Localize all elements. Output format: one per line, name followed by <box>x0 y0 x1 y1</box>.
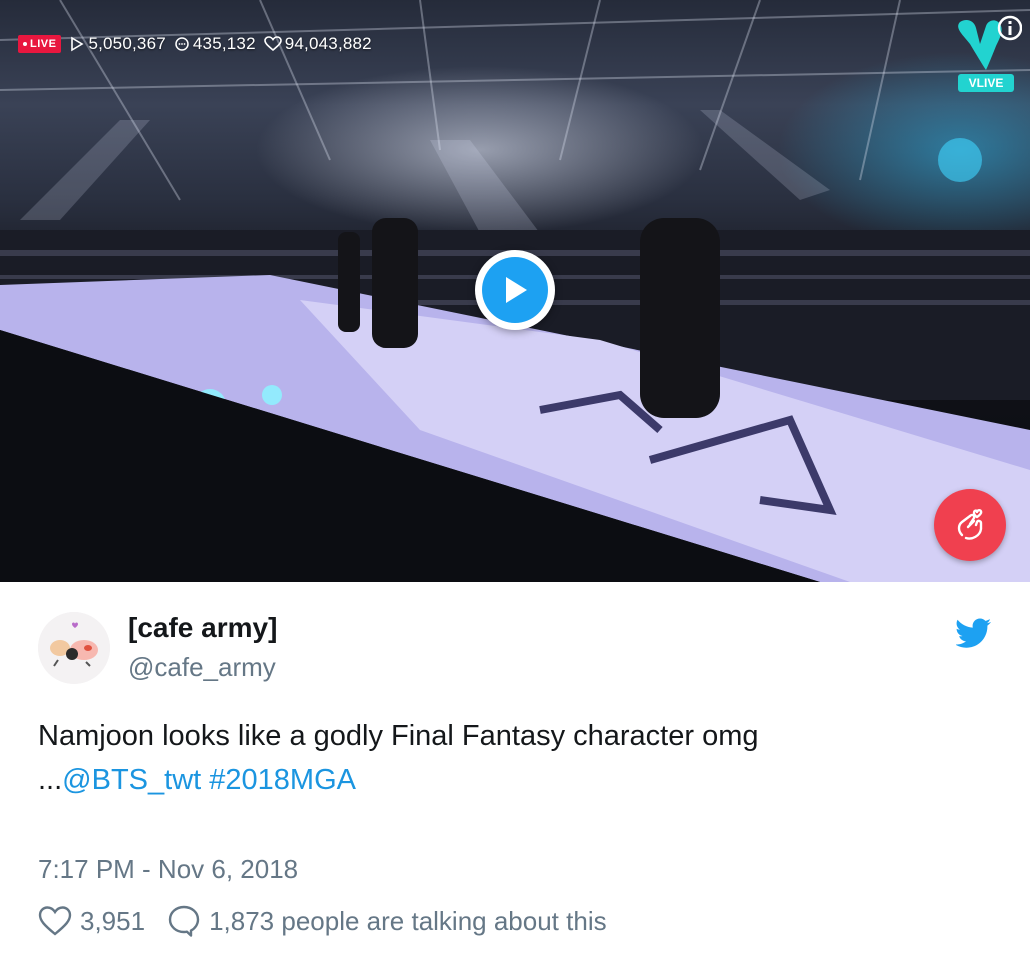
comment-bubble-icon <box>175 37 189 51</box>
heart-outline-icon <box>263 36 282 52</box>
tweet-actions: 3,951 1,873 people are talking about thi… <box>38 904 607 938</box>
tweet-timestamp[interactable]: 7:17 PM - Nov 6, 2018 <box>38 854 298 885</box>
live-stats-bar: LIVE 5,050,367 435,132 94,043,882 <box>18 33 372 55</box>
like-button[interactable]: 3,951 <box>38 905 145 937</box>
talking-count: 1,873 people are talking about this <box>209 905 607 936</box>
finger-heart-button[interactable] <box>934 489 1006 561</box>
avatar[interactable] <box>38 612 110 684</box>
speech-bubble-icon <box>168 905 200 937</box>
tweet-card: [cafe army] @cafe_army Namjoon looks lik… <box>0 582 1030 964</box>
twitter-bird-icon[interactable] <box>956 618 992 648</box>
user-handle[interactable]: @cafe_army <box>128 652 276 683</box>
play-button-inner <box>482 257 548 323</box>
vlive-brand-label: VLIVE <box>958 74 1014 92</box>
display-name[interactable]: [cafe army] <box>128 612 277 644</box>
comments-stat: 435,132 <box>174 34 256 54</box>
finger-heart-icon <box>957 509 983 540</box>
video-player[interactable]: LIVE 5,050,367 435,132 94,043,882 VLIVE <box>0 0 1030 582</box>
play-icon <box>506 277 527 303</box>
talking-button[interactable]: 1,873 people are talking about this <box>167 904 607 938</box>
play-outline-icon <box>71 36 85 52</box>
hearts-stat: 94,043,882 <box>263 34 372 54</box>
tweet-body: Namjoon looks like a godly Final Fantasy… <box>38 720 759 752</box>
heart-icon <box>38 906 72 936</box>
live-badge: LIVE <box>18 35 62 53</box>
tweet-ellipsis: ... <box>38 764 63 796</box>
tweet-text: Namjoon looks like a godly Final Fantasy… <box>38 714 978 802</box>
mention-link[interactable]: @BTS_twt <box>62 764 201 796</box>
views-stat: 5,050,367 <box>69 34 166 54</box>
avatar-illustration-icon <box>38 612 110 684</box>
hashtag-link[interactable]: #2018MGA <box>209 764 356 796</box>
play-button[interactable] <box>475 250 555 330</box>
like-count: 3,951 <box>80 905 146 936</box>
